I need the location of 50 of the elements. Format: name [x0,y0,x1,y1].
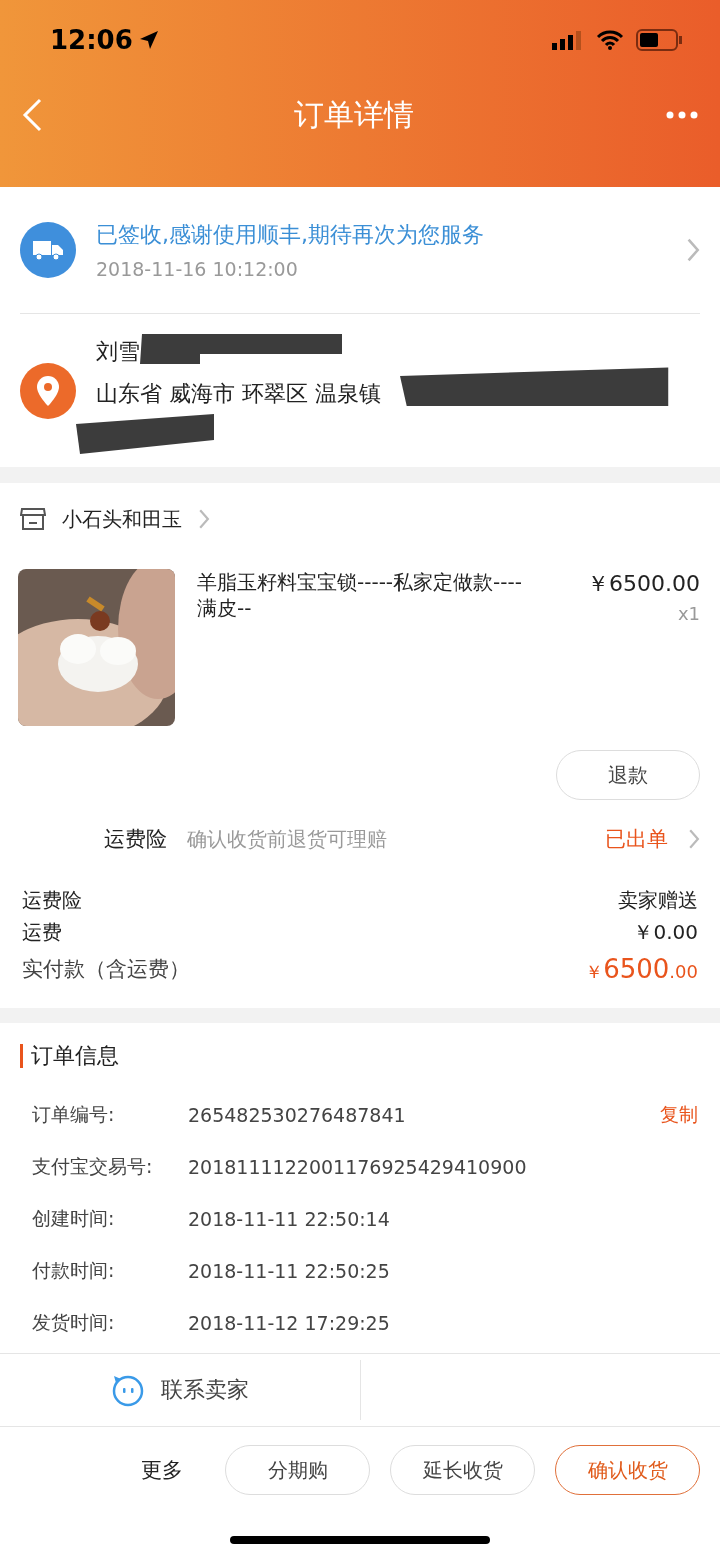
product-title: 羊脂玉籽料宝宝锁-----私家定做款----满皮-- [197,569,523,621]
total-amount: ￥6500.00 [585,954,698,984]
chat-face-icon [111,1373,145,1407]
location-icon [138,30,159,50]
copy-link[interactable]: 复制 [660,1102,698,1128]
info-value: 265482530276487841 [188,1104,407,1126]
page-title: 订单详情 [294,95,414,134]
insurance-description: 确认收货前退货可理赔 [187,825,388,853]
shipping-address: 山东省 威海市 环翠区 温泉镇 [96,379,381,408]
info-label: 发货时间: [32,1310,116,1335]
info-value: 2018-11-12 17:29:25 [188,1312,391,1334]
total-label: 实付款（含运费） [22,956,190,983]
product-quantity: x1 [677,603,700,624]
info-label: 付款时间: [32,1258,116,1283]
info-value: 2018-11-11 22:50:14 [188,1208,391,1230]
action-button[interactable]: 分期购 [225,1445,370,1495]
chevron-icon [198,508,211,530]
fee-label: 运费 [22,918,62,946]
shop-name[interactable]: 小石头和田玉 [62,505,182,533]
delivery-status: 已签收,感谢使用顺丰,期待再次为您服务 [96,221,485,249]
recipient-name: 刘雪 [96,337,140,366]
more-icon[interactable] [666,111,698,119]
delivery-time: 2018-11-16 10:12:00 [96,258,299,280]
fee-label: 运费险 [22,886,82,914]
info-value: 2018-11-11 22:50:25 [188,1260,391,1282]
signal-icon [552,30,584,50]
section-title: 订单信息 [31,1042,119,1070]
info-value: 2018111122001176925429410900 [188,1156,528,1178]
info-label: 订单编号: [32,1102,116,1127]
info-label: 支付宝交易号: [32,1154,154,1179]
action-button[interactable]: 延长收货 [390,1445,535,1495]
store-icon [20,507,46,531]
insurance-label: 运费险 [104,826,167,853]
status-time: 12:06 [50,25,159,55]
more-link[interactable]: 更多 [141,1456,183,1484]
wifi-icon [596,30,624,50]
back-icon[interactable] [22,98,42,132]
contact-seller-button[interactable]: 联系卖家 [0,1360,361,1420]
chevron-icon [687,828,700,850]
truck-icon [20,222,76,278]
action-button[interactable]: 确认收货 [555,1445,700,1495]
fee-value: ￥0.00 [633,918,698,946]
info-label: 创建时间: [32,1206,116,1231]
insurance-status[interactable]: 已出单 [604,825,668,853]
refund-button[interactable]: 退款 [556,750,700,800]
product-price: ￥6500.00 [587,570,700,598]
section-marker [20,1044,23,1068]
battery-icon [636,29,682,51]
fee-value: 卖家赠送 [618,886,698,914]
chevron-icon [685,237,700,263]
